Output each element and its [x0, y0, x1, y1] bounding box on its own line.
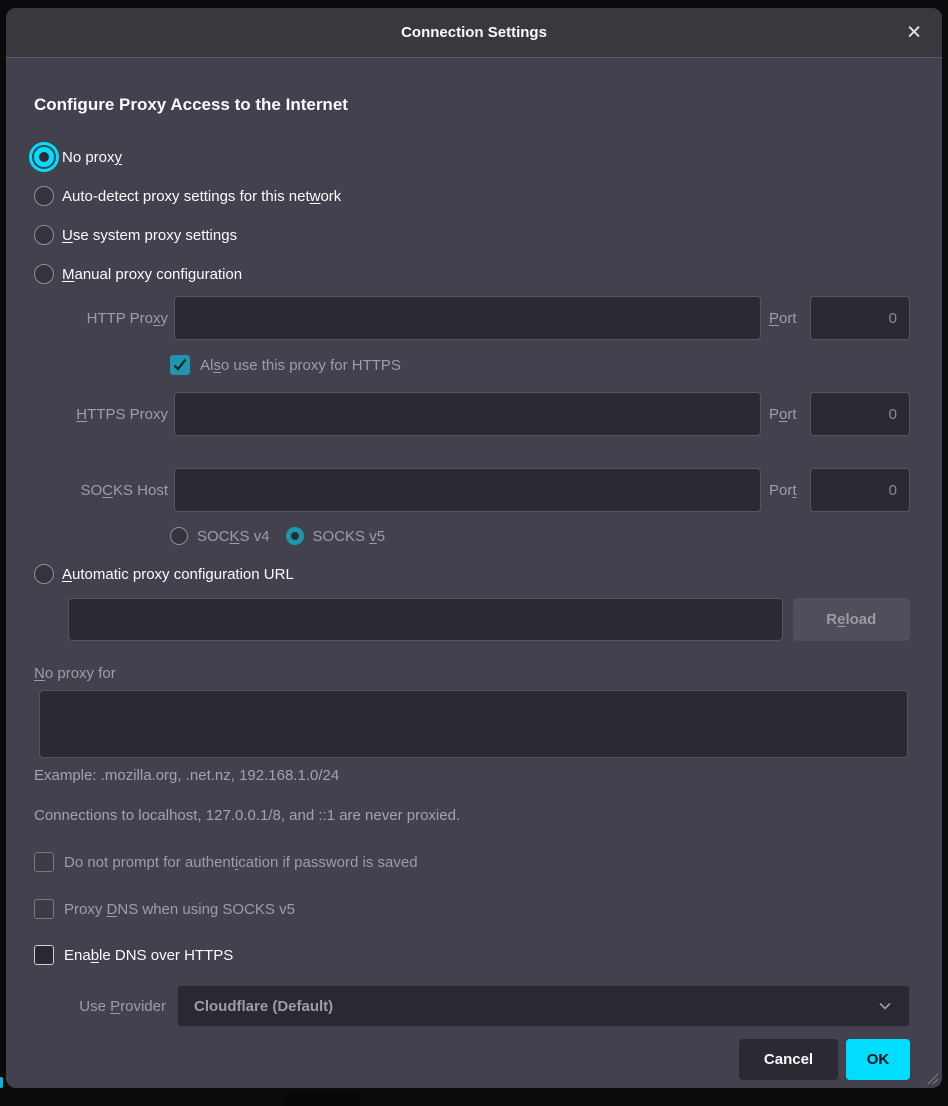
https-port-label: Port: [769, 406, 801, 423]
no-proxy-note-text: Connections to localhost, 127.0.0.1/8, a…: [34, 805, 910, 827]
share-proxy-checkbox[interactable]: [170, 355, 190, 375]
dialog-footer: Cancel OK: [34, 1039, 910, 1080]
no-proxy-for-label-row: No proxy for: [34, 662, 910, 684]
doh-provider-value: Cloudflare (Default): [194, 998, 877, 1015]
no-prompt-auth-label: Do not prompt for authentication if pass…: [64, 854, 418, 871]
connection-settings-dialog: Connection Settings ✕ Configure Proxy Ac…: [6, 8, 942, 1088]
no-prompt-auth-checkbox[interactable]: [34, 852, 54, 872]
resize-grip-icon[interactable]: [923, 1069, 939, 1085]
radio-row-no-proxy[interactable]: No proxy: [34, 144, 910, 170]
dialog-content: Configure Proxy Access to the Internet N…: [6, 94, 942, 1080]
cancel-button[interactable]: Cancel: [739, 1039, 838, 1080]
reload-button[interactable]: Reload: [793, 598, 910, 641]
https-proxy-label: HTTPS Proxy: [34, 406, 168, 423]
proxy-dns-socks5-label: Proxy DNS when using SOCKS v5: [64, 901, 295, 918]
socks-host-row: SOCKS Host Port: [34, 468, 910, 512]
http-proxy-input[interactable]: [174, 296, 761, 340]
share-proxy-row[interactable]: Also use this proxy for HTTPS: [170, 354, 910, 376]
socks-v5-label: SOCKS v5: [313, 528, 386, 545]
socks-host-label: SOCKS Host: [34, 482, 168, 499]
http-port-label: Port: [769, 310, 801, 327]
enable-doh-checkbox[interactable]: [34, 945, 54, 965]
auto-url-input[interactable]: [68, 598, 783, 641]
section-heading: Configure Proxy Access to the Internet: [34, 94, 910, 116]
background-page-edge: [285, 1094, 361, 1106]
http-proxy-row: HTTP Proxy Port: [34, 296, 910, 340]
https-port-input[interactable]: [810, 392, 910, 436]
https-proxy-row: HTTPS Proxy Port: [34, 392, 910, 436]
no-proxy-example-text: Example: .mozilla.org, .net.nz, 192.168.…: [34, 765, 910, 787]
proxy-dns-socks5-checkbox[interactable]: [34, 899, 54, 919]
close-icon[interactable]: ✕: [906, 23, 922, 42]
system-proxy-label: Use system proxy settings: [62, 227, 237, 244]
system-proxy-radio[interactable]: [34, 225, 54, 245]
share-proxy-label: Also use this proxy for HTTPS: [200, 357, 401, 374]
dialog-titlebar: Connection Settings ✕: [6, 8, 942, 58]
no-proxy-for-textarea[interactable]: [39, 690, 908, 758]
manual-proxy-label: Manual proxy configuration: [62, 266, 242, 283]
auto-url-label: Automatic proxy configuration URL: [62, 566, 294, 583]
radio-row-auto-detect[interactable]: Auto-detect proxy settings for this netw…: [34, 183, 910, 209]
proxy-dns-socks5-row[interactable]: Proxy DNS when using SOCKS v5: [34, 898, 910, 920]
background-accent-sliver: [0, 1077, 3, 1088]
doh-provider-row: Use Provider Cloudflare (Default): [34, 985, 910, 1027]
no-proxy-label: No proxy: [62, 149, 122, 166]
socks-port-label: Port: [769, 482, 801, 499]
dialog-title: Connection Settings: [401, 24, 547, 41]
no-prompt-auth-row[interactable]: Do not prompt for authentication if pass…: [34, 851, 910, 873]
http-port-input[interactable]: [810, 296, 910, 340]
use-provider-label: Use Provider: [34, 998, 166, 1015]
no-proxy-for-label: No proxy for: [34, 665, 116, 682]
socks-v5-radio[interactable]: [286, 527, 304, 545]
enable-doh-label: Enable DNS over HTTPS: [64, 947, 233, 964]
socks-v4-radio[interactable]: [170, 527, 188, 545]
auto-url-input-row: Reload: [68, 598, 910, 641]
radio-row-system-proxy[interactable]: Use system proxy settings: [34, 222, 910, 248]
socks-version-row: SOCKS v4 SOCKS v5: [170, 525, 910, 547]
enable-doh-row[interactable]: Enable DNS over HTTPS: [34, 944, 910, 966]
socks-host-input[interactable]: [174, 468, 761, 512]
no-proxy-radio[interactable]: [34, 147, 54, 167]
auto-url-radio[interactable]: [34, 564, 54, 584]
http-proxy-label: HTTP Proxy: [34, 310, 168, 327]
check-icon: [172, 358, 188, 372]
radio-row-manual-proxy[interactable]: Manual proxy configuration: [34, 261, 910, 287]
auto-detect-label: Auto-detect proxy settings for this netw…: [62, 188, 341, 205]
manual-proxy-radio[interactable]: [34, 264, 54, 284]
auto-detect-radio[interactable]: [34, 186, 54, 206]
ok-button[interactable]: OK: [846, 1039, 910, 1080]
https-proxy-input[interactable]: [174, 392, 761, 436]
doh-provider-dropdown[interactable]: Cloudflare (Default): [177, 985, 910, 1027]
socks-v4-label: SOCKS v4: [197, 528, 270, 545]
radio-row-auto-url[interactable]: Automatic proxy configuration URL: [34, 561, 910, 587]
socks-port-input[interactable]: [810, 468, 910, 512]
chevron-down-icon: [877, 998, 893, 1014]
